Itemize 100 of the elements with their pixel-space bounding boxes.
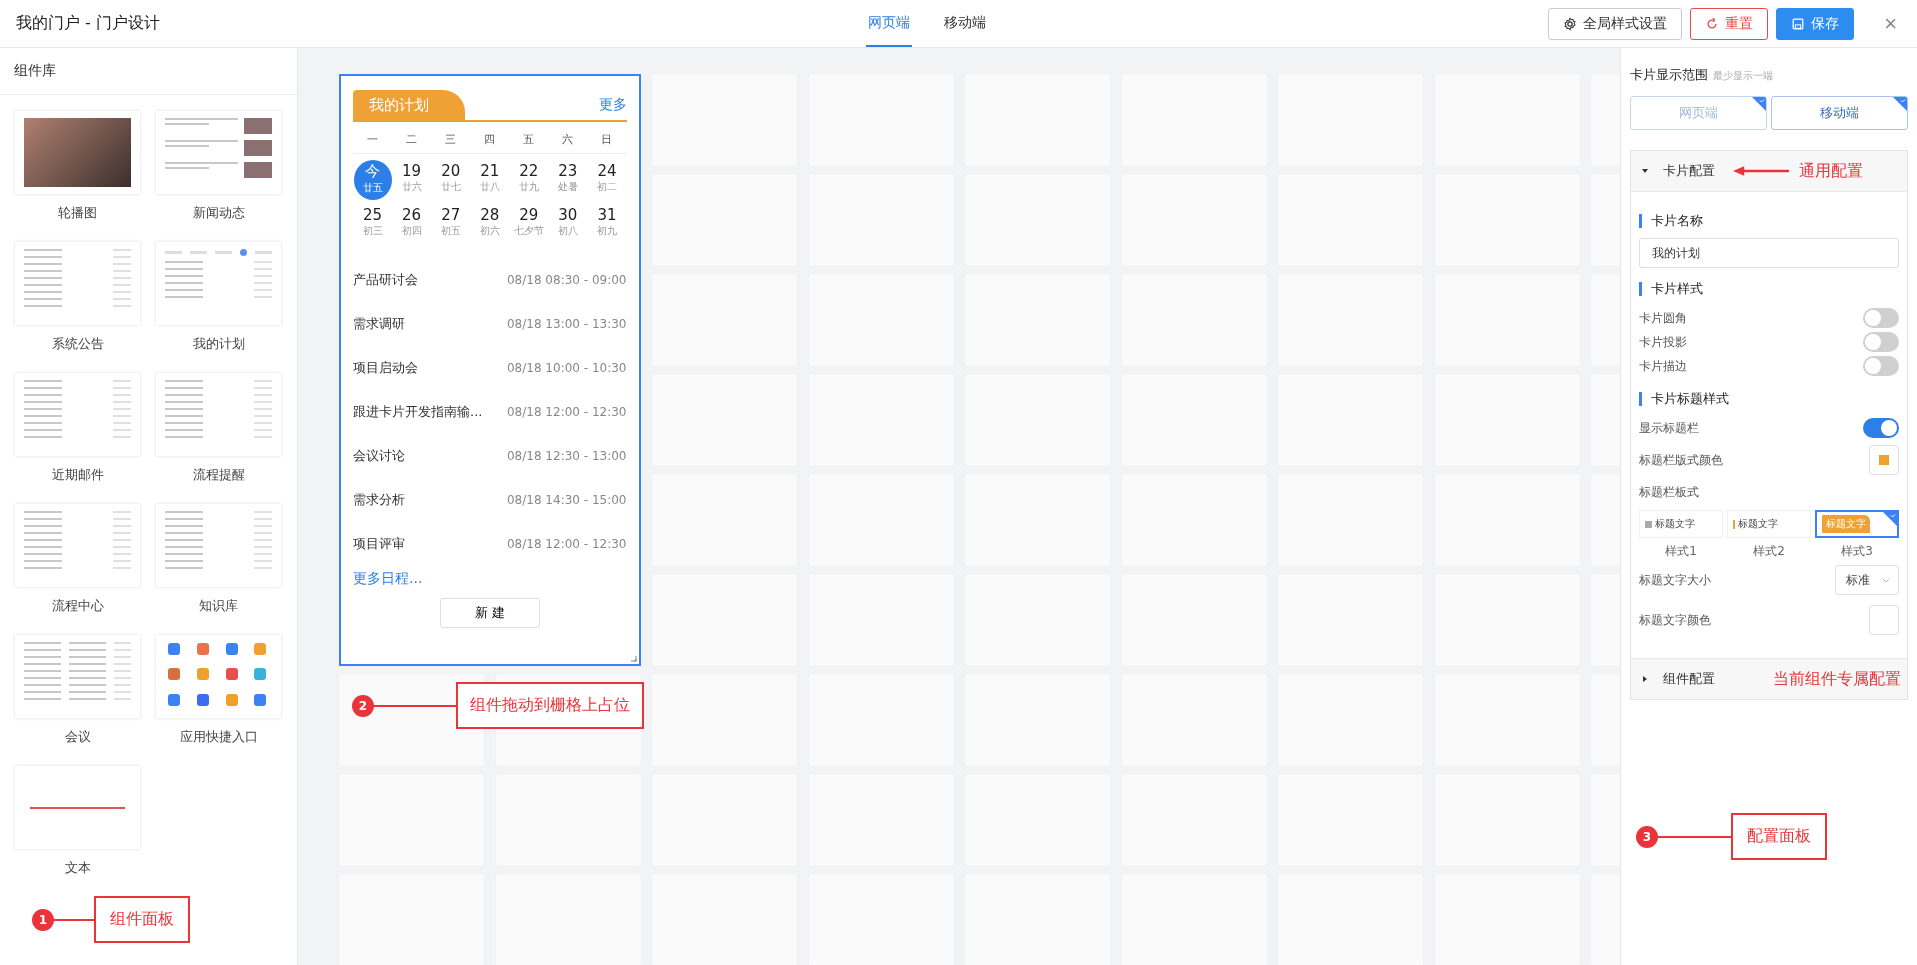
- component-label: 流程提醒: [192, 466, 245, 484]
- toggle-switch[interactable]: [1863, 332, 1899, 352]
- group-heading: 卡片标题样式: [1639, 392, 1899, 406]
- calendar-day[interactable]: 26 初四: [392, 204, 431, 244]
- event-time: 08/18 13:00 - 13:30: [506, 317, 627, 331]
- panel-title: 组件库: [0, 48, 297, 95]
- calendar-day[interactable]: 22 廿九: [509, 160, 548, 200]
- component-label: 新闻动态: [192, 204, 245, 222]
- component-label: 应用快捷入口: [179, 728, 258, 746]
- field-label: 卡片描边: [1639, 357, 1687, 375]
- card-name-field[interactable]: 我的计划: [1639, 238, 1899, 268]
- window-title: 我的门户 - 门户设计: [16, 13, 160, 34]
- toggle-switch[interactable]: [1863, 356, 1899, 376]
- field-label: 标题栏板式: [1639, 483, 1699, 501]
- style-label: 样式1: [1665, 543, 1697, 560]
- event-name: 产品研讨会: [353, 271, 418, 289]
- font-size-select[interactable]: 标准: [1835, 565, 1899, 595]
- event-time: 08/18 12:00 - 12:30: [506, 405, 627, 419]
- component-label: 我的计划: [192, 335, 245, 353]
- calendar-day[interactable]: 31 初九: [587, 204, 626, 244]
- calendar-day[interactable]: 20 廿七: [431, 160, 470, 200]
- field-label: 标题文字大小: [1639, 571, 1711, 589]
- event-time: 08/18 12:00 - 12:30: [506, 537, 627, 551]
- event-name: 跟进卡片开发指南输...: [353, 403, 483, 421]
- title-style-option[interactable]: 标题文字: [1639, 510, 1723, 538]
- check-corner-icon: [1752, 97, 1766, 111]
- caret-icon: [1641, 675, 1649, 683]
- component-preview[interactable]: [15, 111, 140, 194]
- annotation-text: 通用配置: [1799, 160, 1863, 182]
- section-title: 卡片显示范围: [1630, 66, 1708, 84]
- resize-handle-icon[interactable]: [628, 654, 637, 662]
- display-option[interactable]: 移动端: [1771, 96, 1908, 130]
- field-label: 显示标题栏: [1639, 419, 1699, 437]
- field-label: 标题文字颜色: [1639, 611, 1711, 629]
- new-button[interactable]: 新 建: [439, 598, 540, 628]
- field-label: 卡片投影: [1639, 333, 1687, 351]
- component-label: 近期邮件: [51, 466, 104, 484]
- global-style-button[interactable]: 全局样式设置: [1548, 7, 1683, 40]
- annotation-label: 配置面板: [1731, 813, 1827, 860]
- component-label: 轮播图: [58, 204, 97, 222]
- calendar-day[interactable]: 19 廿六: [392, 160, 431, 200]
- plan-card[interactable]: [339, 74, 641, 666]
- style-label: 样式2: [1753, 543, 1785, 560]
- calendar-day[interactable]: 29 七夕节: [509, 204, 548, 244]
- more-schedule-link[interactable]: 更多日程...: [353, 570, 423, 588]
- event-name: 需求分析: [353, 491, 405, 509]
- caret-icon: [1882, 576, 1890, 584]
- event-time: 08/18 14:30 - 15:00: [506, 493, 627, 507]
- event-time: 08/18 12:30 - 13:00: [506, 449, 627, 463]
- group-heading: 卡片名称: [1639, 214, 1899, 228]
- section-header[interactable]: 组件配置: [1641, 670, 1715, 688]
- weekday-label: 五: [522, 132, 536, 147]
- title-style-option[interactable]: 标题文字: [1727, 510, 1811, 538]
- caret-icon: [1641, 167, 1649, 175]
- weekday-label: 六: [561, 132, 575, 147]
- card-title: 我的计划: [353, 90, 465, 120]
- event-time: 08/18 08:30 - 09:00: [506, 273, 627, 287]
- save-icon: [1791, 16, 1806, 31]
- toggle-switch[interactable]: [1863, 418, 1899, 438]
- calendar-day[interactable]: 27 初五: [431, 204, 470, 244]
- weekday-label: 一: [366, 132, 380, 147]
- annotation-arrow: [1733, 166, 1789, 176]
- color-picker[interactable]: [1869, 605, 1899, 635]
- event-name: 项目启动会: [353, 359, 418, 377]
- close-button[interactable]: ×: [1880, 10, 1901, 37]
- weekday-label: 日: [600, 132, 614, 147]
- more-link[interactable]: 更多: [598, 96, 627, 114]
- color-picker[interactable]: [1869, 445, 1899, 475]
- style-label: 样式3: [1841, 543, 1873, 560]
- annotation-label: 组件面板: [94, 896, 190, 943]
- event-name: 会议讨论: [353, 447, 405, 465]
- event-name: 项目评审: [353, 535, 405, 553]
- weekday-label: 四: [483, 132, 497, 147]
- calendar-day[interactable]: 28 初六: [470, 204, 509, 244]
- calendar-day[interactable]: 今 廿五: [353, 160, 392, 200]
- component-label: 会议: [64, 728, 91, 746]
- calendar-day[interactable]: 23 处暑: [548, 160, 587, 200]
- weekday-label: 二: [405, 132, 419, 147]
- toggle-switch[interactable]: [1863, 308, 1899, 328]
- check-corner-icon: [1893, 97, 1907, 111]
- component-label: 流程中心: [51, 597, 104, 615]
- component-label: 知识库: [199, 597, 238, 615]
- settings-icon: [1563, 16, 1578, 31]
- field-label: 卡片圆角: [1639, 309, 1687, 327]
- event-name: 需求调研: [353, 315, 405, 333]
- reset-button[interactable]: 重置: [1690, 7, 1769, 40]
- annotation-label: 组件拖动到栅格上占位: [456, 682, 644, 729]
- check-corner-icon: [1883, 512, 1897, 526]
- section-header[interactable]: 卡片配置: [1641, 162, 1715, 180]
- calendar-day[interactable]: 30 初八: [548, 204, 587, 244]
- component-label: 系统公告: [51, 335, 104, 353]
- component-label: 文本: [64, 859, 91, 877]
- annotation-text: 当前组件专属配置: [1773, 668, 1901, 690]
- group-heading: 卡片样式: [1639, 282, 1899, 296]
- calendar-day[interactable]: 25 初三: [353, 204, 392, 244]
- event-time: 08/18 10:00 - 10:30: [506, 361, 627, 375]
- weekday-label: 三: [444, 132, 458, 147]
- calendar-day[interactable]: 21 廿八: [470, 160, 509, 200]
- tab[interactable]: 移动端: [942, 0, 988, 47]
- field-label: 标题栏版式颜色: [1639, 451, 1723, 469]
